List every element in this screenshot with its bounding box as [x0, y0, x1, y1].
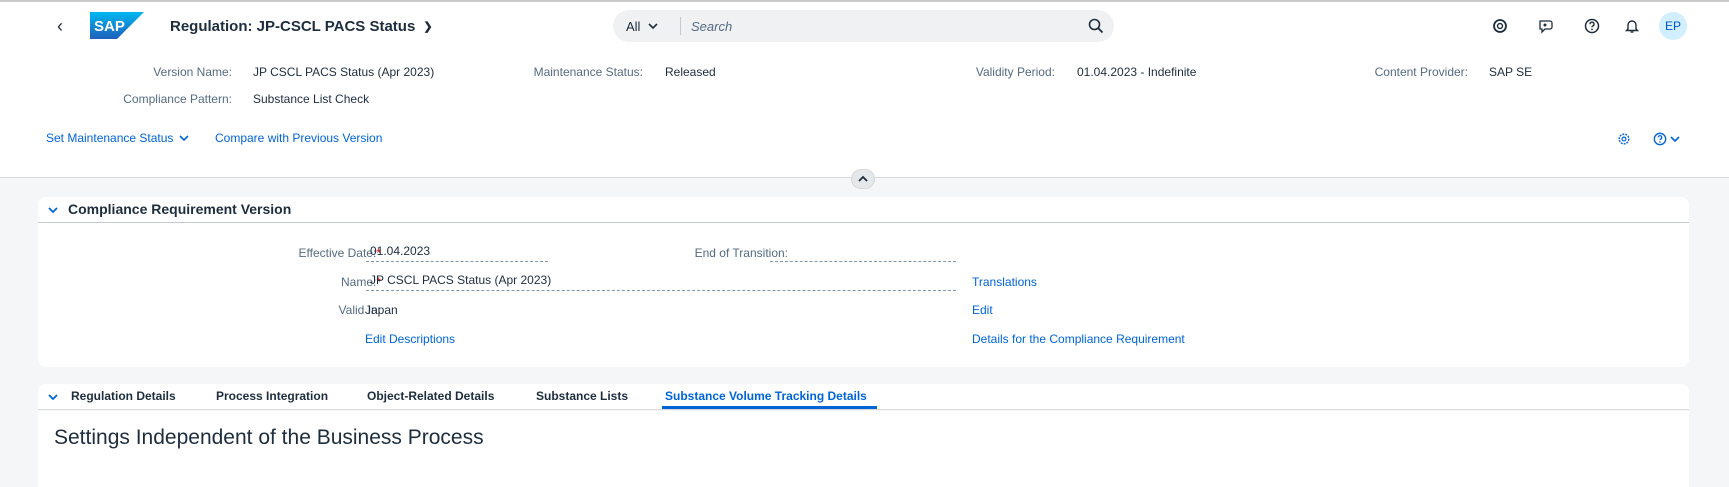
maintenance-status-label: Maintenance Status:	[533, 65, 643, 79]
active-tab-indicator	[662, 406, 877, 409]
user-avatar[interactable]: EP	[1659, 12, 1687, 40]
app-title-menu[interactable]: Regulation: JP-CSCL PACS Status ❯	[170, 18, 433, 35]
version-name-label: Version Name:	[153, 65, 232, 79]
validity-period-value: 01.04.2023 - Indefinite	[1077, 65, 1197, 79]
maintenance-status-value: Released	[665, 65, 716, 79]
tab-substance-volume-tracking[interactable]: Substance Volume Tracking Details	[665, 389, 867, 403]
section-header[interactable]: Compliance Requirement Version	[38, 197, 1689, 223]
section-title: Compliance Requirement Version	[68, 201, 292, 217]
search-scope-value: All	[626, 18, 641, 34]
set-maintenance-status-label: Set Maintenance Status	[46, 131, 174, 145]
tab-content: Settings Independent of the Business Pro…	[38, 411, 1689, 487]
edit-descriptions-link[interactable]: Edit Descriptions	[365, 332, 455, 346]
chevron-down-icon	[648, 23, 659, 30]
tab-process-integration[interactable]: Process Integration	[216, 389, 328, 403]
tab-substance-lists[interactable]: Substance Lists	[536, 389, 628, 403]
compliance-requirement-section: Compliance Requirement Version Effective…	[38, 197, 1689, 367]
validity-period-label: Validity Period:	[975, 65, 1055, 79]
effective-date-input[interactable]: 01.04.2023	[366, 242, 548, 262]
help-menu[interactable]	[1651, 130, 1681, 148]
edit-link[interactable]: Edit	[972, 303, 993, 317]
end-of-transition-input[interactable]	[770, 242, 956, 262]
search-bar: All Search	[613, 10, 1114, 42]
chevron-down-icon	[1669, 136, 1680, 143]
back-arrow-icon[interactable]: ‹	[50, 15, 70, 37]
search-scope-select[interactable]: All	[626, 19, 680, 34]
object-header: Version Name: JP CSCL PACS Status (Apr 2…	[0, 51, 1729, 178]
details-compliance-requirement-link[interactable]: Details for the Compliance Requirement	[972, 332, 1185, 346]
chevron-down-icon[interactable]	[48, 393, 58, 401]
compliance-pattern-value: Substance List Check	[253, 92, 370, 106]
shell-bar: ‹ SAP Regulation: JP-CSCL PACS Status ❯ …	[0, 2, 1729, 51]
search-icon[interactable]	[1078, 10, 1114, 42]
notification-bell-icon[interactable]	[1622, 16, 1642, 36]
collapse-header-button[interactable]	[851, 169, 875, 189]
content-provider-label: Content Provider:	[1374, 65, 1468, 79]
help-icon[interactable]	[1582, 16, 1602, 36]
chevron-up-icon	[858, 175, 868, 182]
valid-in-value: Japan	[365, 303, 398, 317]
tab-regulation-details[interactable]: Regulation Details	[71, 389, 176, 403]
compare-previous-version-link[interactable]: Compare with Previous Version	[215, 131, 382, 145]
effective-date-label: Effective Date:*	[298, 246, 382, 260]
svg-text:SAP: SAP	[94, 18, 125, 35]
name-input[interactable]: JP CSCL PACS Status (Apr 2023)	[366, 271, 956, 291]
app-title: Regulation: JP-CSCL PACS Status	[170, 18, 416, 35]
help-icon	[1653, 132, 1666, 146]
tab-object-related-details[interactable]: Object-Related Details	[367, 389, 494, 403]
settings-gear-icon[interactable]	[1615, 130, 1633, 148]
chevron-down-icon: ❯	[423, 21, 433, 33]
version-name-value: JP CSCL PACS Status (Apr 2023)	[253, 65, 435, 79]
chevron-down-icon	[179, 135, 189, 142]
sap-logo[interactable]: SAP	[90, 12, 144, 39]
compliance-pattern-label: Compliance Pattern:	[123, 92, 232, 106]
search-divider	[680, 17, 681, 35]
copilot-icon[interactable]	[1490, 16, 1510, 36]
content-provider-value: SAP SE	[1489, 65, 1533, 79]
translations-link[interactable]: Translations	[972, 275, 1037, 289]
chevron-down-icon	[48, 207, 58, 214]
search-input[interactable]: Search	[691, 19, 1078, 34]
name-label: Name:*	[340, 275, 381, 289]
end-of-transition-label: End of Transition:	[694, 246, 788, 260]
valid-in-label: Valid In:	[338, 303, 381, 317]
feedback-icon[interactable]	[1536, 16, 1556, 36]
content-heading: Settings Independent of the Business Pro…	[54, 426, 484, 449]
set-maintenance-status-menu[interactable]: Set Maintenance Status	[46, 131, 189, 145]
